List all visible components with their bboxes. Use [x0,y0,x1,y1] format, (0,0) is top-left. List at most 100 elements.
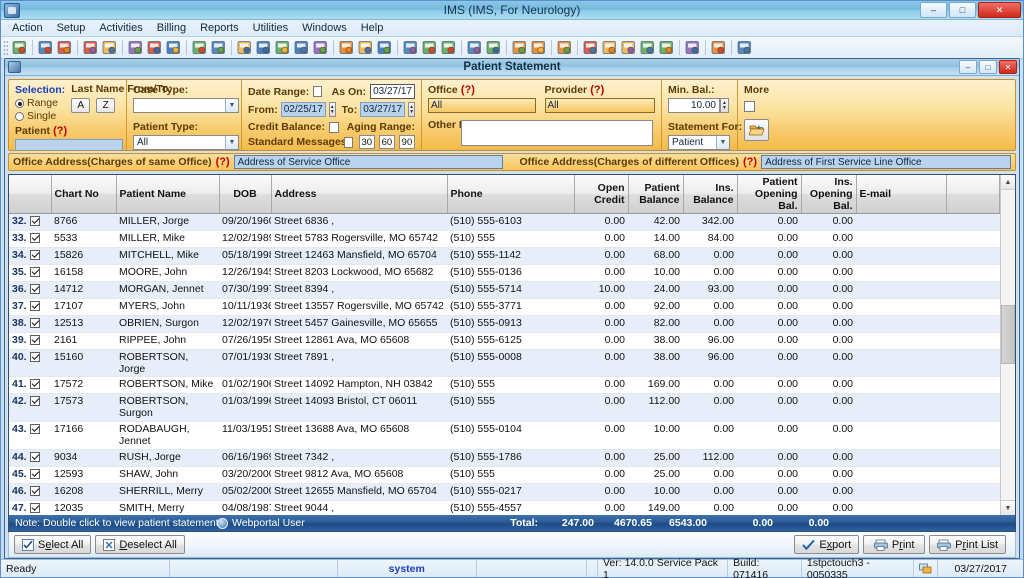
cell-dob[interactable]: 12/02/1976 [219,315,271,333]
col-chart-no[interactable]: Chart No [51,175,117,214]
child-minimize-button[interactable]: – [959,60,977,74]
row-select-cell[interactable]: 35. [9,264,51,282]
cell-open-credit[interactable]: 0.00 [574,466,628,484]
cell-open-credit[interactable]: 0.00 [574,421,628,450]
cell-open-credit[interactable]: 0.00 [574,213,628,231]
row-select-cell[interactable]: 45. [9,466,51,484]
single-radio-row[interactable]: Single [15,110,65,122]
cell-patient-balance[interactable]: 38.00 [628,349,683,377]
table-row[interactable]: 45. 12593 SHAW, John 03/20/2000 Street 9812… [9,466,1000,484]
cell-patient-name[interactable]: MORGAN, Jennet [116,281,219,299]
scroll-up-icon[interactable]: ▲ [1001,175,1015,190]
cell-open-credit[interactable]: 10.00 [574,281,628,299]
cell-dob[interactable]: 01/03/1996 [219,393,271,422]
cell-email[interactable] [856,500,946,515]
child-close-button[interactable]: ✕ [999,60,1017,74]
cell-patient-name[interactable]: ROBERTSON, Jorge [116,349,219,377]
cell-address[interactable]: Street 8394 , [271,281,447,299]
scroll-down-icon[interactable]: ▼ [1001,500,1015,515]
cell-phone[interactable]: (510) 555-1142 [447,247,574,265]
col-select[interactable] [9,175,52,214]
cell-patient-opening-bal[interactable]: 0.00 [737,349,801,377]
row-select-cell[interactable]: 39. [9,332,51,350]
cell-address[interactable]: Street 14093 Bristol, CT 06011 [271,393,447,422]
cell-patient-name[interactable]: MILLER, Mike [116,230,219,248]
table-row[interactable]: 46. 16208 SHERRILL, Merry 05/02/2000 Street… [9,483,1000,501]
cell-dob[interactable]: 12/26/1945 [219,264,271,282]
cell-email[interactable] [856,393,946,422]
case-type-select[interactable]: ▼ [133,98,239,113]
patient-help-icon[interactable]: (?) [53,125,67,137]
same-office-help-icon[interactable]: (?) [216,156,230,168]
cell-dob[interactable]: 06/16/1969 [219,449,271,467]
cell-email[interactable] [856,315,946,333]
cell-email[interactable] [856,483,946,501]
cell-address[interactable]: Street 13557 Rogersville, MO 65742 [271,298,447,316]
cell-ins-opening-bal[interactable]: 0.00 [801,298,856,316]
cell-open-credit[interactable]: 0.00 [574,376,628,394]
row-select-cell[interactable]: 37. [9,298,51,316]
lastname-from-input[interactable]: A [71,98,91,113]
table-row[interactable]: 43. 17166 RODABAUGH, Jennet 11/03/1951 Stre… [9,421,1000,450]
row-select-cell[interactable]: 44. [9,449,51,467]
row-select-cell[interactable]: 41. [9,376,51,394]
cell-dob[interactable]: 03/20/2000 [219,466,271,484]
clipboard-rx-icon[interactable] [127,39,144,56]
aging-60-input[interactable]: 60 [378,135,395,149]
col-patient-name[interactable]: Patient Name [116,175,220,214]
cell-patient-opening-bal[interactable]: 0.00 [737,466,801,484]
cell-ins-opening-bal[interactable]: 0.00 [801,421,856,450]
row-select-cell[interactable]: 33. [9,230,51,248]
cell-dob[interactable]: 09/20/1960 [219,213,271,231]
cell-open-credit[interactable]: 0.00 [574,483,628,501]
min-balance-spinner[interactable]: ▲ ▼ [720,98,729,113]
row-checkbox[interactable] [29,267,40,278]
cell-patient-balance[interactable]: 25.00 [628,449,683,467]
cell-patient-opening-bal[interactable]: 0.00 [737,449,801,467]
cell-chart-no[interactable]: 9034 [51,449,116,467]
row-checkbox[interactable] [29,452,40,463]
w-doc-icon[interactable] [620,39,637,56]
office-help-icon[interactable]: (?) [461,84,475,96]
table-row[interactable]: 33. 5533 MILLER, Mike 12/02/1989 Street 578… [9,230,1000,248]
ledger-icon[interactable] [658,39,675,56]
cell-patient-opening-bal[interactable]: 0.00 [737,264,801,282]
cell-chart-no[interactable]: 8766 [51,213,116,231]
table-row[interactable]: 32. 8766 MILLER, Jorge 09/20/1960 Street 68… [9,213,1000,231]
col-patient-opening-bal[interactable]: Patient Opening Bal. [737,175,802,214]
cell-chart-no[interactable]: 17107 [51,298,116,316]
row-select-cell[interactable]: 47. [9,500,51,515]
toolbar-grip[interactable] [3,39,8,56]
cell-patient-balance[interactable]: 14.00 [628,230,683,248]
cell-dob[interactable]: 07/26/1956 [219,332,271,350]
cell-chart-no[interactable]: 17573 [51,393,116,422]
cell-ins-balance[interactable]: 96.00 [683,349,737,377]
menu-item-reports[interactable]: Reports [193,21,246,35]
row-checkbox[interactable] [29,424,40,435]
print-list-button[interactable]: Print List [929,535,1006,554]
cell-address[interactable]: Street 6836 , [271,213,447,231]
patient-edit-icon[interactable] [56,39,73,56]
diff-office-help-icon[interactable]: (?) [743,156,757,168]
payer-icon[interactable] [312,39,329,56]
date-from-input[interactable]: 02/25/17 [280,102,326,117]
row-checkbox[interactable] [29,396,40,407]
chevron-down-icon[interactable]: ▼ [225,99,238,112]
lastname-to-input[interactable]: Z [96,98,116,113]
chevron-down-icon[interactable]: ▼ [225,136,238,149]
cell-ins-balance[interactable]: 0.00 [683,483,737,501]
standard-messages-checkbox[interactable] [344,136,353,148]
edit-note-icon[interactable] [101,39,118,56]
cell-dob[interactable]: 07/01/1930 [219,349,271,377]
cell-ins-opening-bal[interactable]: 0.00 [801,332,856,350]
globe-icon[interactable] [421,39,438,56]
patient-add-icon[interactable] [37,39,54,56]
chart-bar-icon[interactable] [511,39,528,56]
cell-ins-opening-bal[interactable]: 0.00 [801,449,856,467]
cell-ins-opening-bal[interactable]: 0.00 [801,349,856,377]
cell-patient-opening-bal[interactable]: 0.00 [737,213,801,231]
row-checkbox[interactable] [29,335,40,346]
more-checkbox[interactable] [744,101,755,112]
cell-phone[interactable]: (510) 555-1786 [447,449,574,467]
cell-dob[interactable]: 04/08/1987 [219,500,271,515]
